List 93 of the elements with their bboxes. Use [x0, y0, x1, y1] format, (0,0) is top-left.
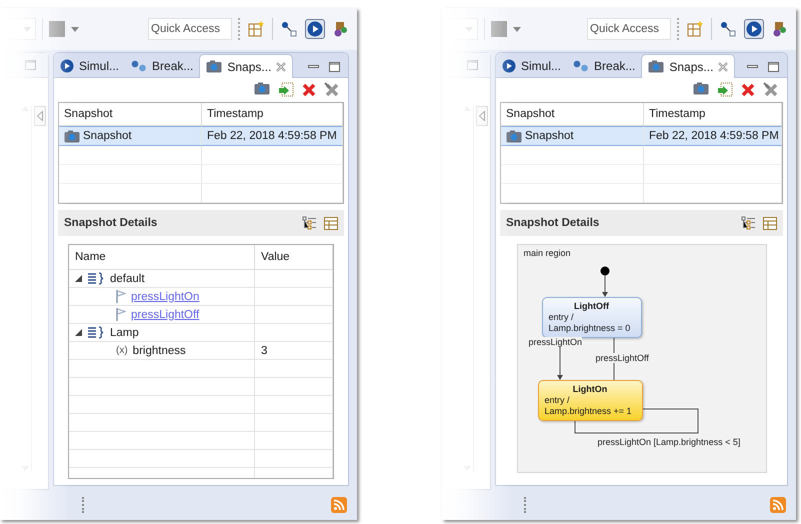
- column-header[interactable]: Snapshot: [501, 103, 644, 126]
- transition-label: pressLightOn [Lamp.brightness < 5]: [598, 437, 740, 447]
- camera-icon: [206, 60, 222, 73]
- camera-icon: [506, 130, 522, 142]
- perspective-button[interactable]: [279, 19, 299, 39]
- column-header[interactable]: Name: [69, 245, 255, 270]
- column-header[interactable]: Timestamp: [202, 103, 343, 126]
- collapse-button[interactable]: [476, 106, 488, 126]
- delete-all-icon[interactable]: [763, 82, 779, 98]
- scope-icon: [87, 272, 105, 285]
- delete-all-icon[interactable]: [324, 82, 340, 98]
- perspective-button[interactable]: [246, 19, 266, 39]
- section-title: Snapshot Details: [506, 217, 600, 229]
- play-icon: [307, 21, 323, 37]
- column-header[interactable]: Timestamp: [644, 103, 782, 126]
- view-tab[interactable]: Simul...: [496, 54, 568, 77]
- debug-icon: [772, 21, 788, 37]
- collapse-icon: [479, 111, 485, 121]
- view-tab[interactable]: Break...: [125, 54, 200, 77]
- play-icon: [746, 21, 762, 37]
- delete-icon[interactable]: [741, 83, 755, 97]
- dots-icon: [131, 60, 148, 72]
- simulation-perspective-button[interactable]: [744, 19, 764, 39]
- flag-icon: [116, 308, 126, 321]
- collapse-button[interactable]: [34, 106, 46, 126]
- view-tab[interactable]: Simul...: [54, 54, 126, 77]
- view-tab[interactable]: Break...: [567, 54, 642, 77]
- node-icon: [281, 21, 297, 37]
- section-title: Snapshot Details: [64, 217, 158, 229]
- play-icon: [502, 58, 516, 72]
- expanded-icon[interactable]: [75, 274, 82, 282]
- dropdown-icon[interactable]: [513, 26, 521, 32]
- tree-view-icon[interactable]: [741, 216, 755, 230]
- maximize-icon[interactable]: [329, 62, 340, 72]
- perspective-button[interactable]: [718, 19, 738, 39]
- rss-icon[interactable]: [331, 497, 347, 513]
- table-view-icon[interactable]: [763, 216, 777, 230]
- quick-access-field[interactable]: Quick Access: [148, 18, 232, 40]
- dots-icon: [573, 60, 590, 72]
- transition-label: pressLightOff: [596, 353, 649, 363]
- table-cell[interactable]: Feb 22, 2018 4:59:58 PM: [202, 126, 343, 146]
- close-icon[interactable]: [276, 62, 286, 72]
- table-cell[interactable]: Snapshot: [59, 126, 202, 146]
- event-link[interactable]: pressLightOn: [131, 290, 200, 302]
- tree-label: brightness: [132, 344, 186, 356]
- action-text: Lamp.brightness = 0: [548, 323, 632, 334]
- expanded-icon[interactable]: [75, 328, 82, 336]
- action-text: Lamp.brightness += 1: [544, 406, 633, 417]
- event-link[interactable]: pressLightOff: [131, 308, 200, 320]
- dropdown-icon[interactable]: [71, 26, 79, 32]
- flag-icon: [116, 290, 126, 303]
- table-cell[interactable]: Snapshot: [501, 126, 644, 146]
- camera-icon: [693, 82, 709, 95]
- rss-icon[interactable]: [770, 497, 786, 513]
- variable-icon: (x): [116, 345, 128, 356]
- maximize-icon[interactable]: [768, 62, 779, 72]
- value-text: 3: [261, 344, 268, 356]
- window-icon: [248, 21, 264, 37]
- collapse-icon: [37, 111, 43, 121]
- transition-arrow: [602, 274, 608, 297]
- delete-icon[interactable]: [302, 83, 316, 97]
- view-tab[interactable]: Snaps...: [199, 54, 294, 78]
- tree-label: default: [110, 272, 145, 284]
- region-label: main region: [524, 248, 571, 258]
- entry-text: entry /: [548, 312, 575, 323]
- node-icon: [720, 21, 736, 37]
- state-node[interactable]: LightOn entry / Lamp.brightness += 1: [538, 380, 642, 421]
- table-cell[interactable]: Feb 22, 2018 4:59:58 PM: [644, 126, 782, 146]
- quick-access-field[interactable]: Quick Access: [587, 18, 671, 40]
- camera-icon: [648, 60, 664, 73]
- debug-icon: [333, 21, 349, 37]
- scope-icon: [87, 326, 105, 339]
- entry-text: entry /: [544, 395, 571, 406]
- perspective-button[interactable]: [685, 19, 705, 39]
- view-tab[interactable]: Snaps...: [641, 54, 736, 78]
- transition-label: pressLightOn: [528, 337, 582, 347]
- restore-icon[interactable]: [717, 82, 733, 98]
- table-view-icon[interactable]: [324, 216, 338, 230]
- play-icon: [60, 58, 74, 72]
- camera-icon: [254, 82, 270, 95]
- state-name: LightOff: [573, 301, 610, 312]
- column-header[interactable]: Value: [255, 245, 333, 270]
- tree-label: Lamp: [110, 326, 139, 338]
- simulation-perspective-button[interactable]: [305, 19, 325, 39]
- window-icon: [687, 21, 703, 37]
- tree-view-icon[interactable]: [302, 216, 316, 230]
- state-node[interactable]: LightOff entry / Lamp.brightness = 0: [542, 297, 642, 338]
- close-icon[interactable]: [718, 62, 728, 72]
- initial-state-dot: [600, 266, 609, 276]
- restore-icon[interactable]: [278, 82, 294, 98]
- column-header[interactable]: Snapshot: [59, 103, 202, 126]
- camera-icon: [64, 130, 80, 142]
- state-name: LightOn: [572, 384, 608, 395]
